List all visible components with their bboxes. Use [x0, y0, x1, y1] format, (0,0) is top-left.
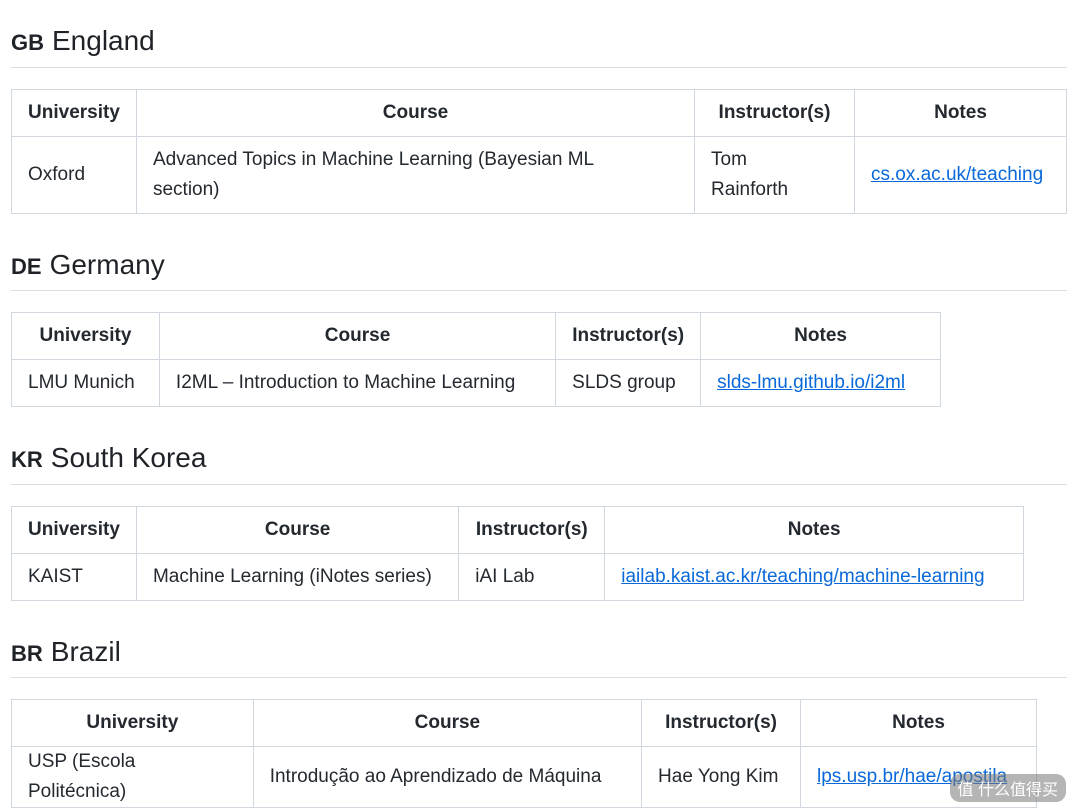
- heading-divider: [11, 677, 1067, 678]
- country-code: KR: [11, 447, 43, 472]
- cell-notes: iailab.kaist.ac.kr/teaching/machine-lear…: [604, 553, 1024, 601]
- header-instructors: Instructor(s): [555, 312, 702, 360]
- table-header-row: University Course Instructor(s) Notes: [11, 312, 941, 360]
- header-university: University: [11, 699, 254, 747]
- country-name: Germany: [49, 249, 165, 280]
- header-notes: Notes: [800, 699, 1037, 747]
- section-heading: GB England: [11, 24, 155, 60]
- cell-notes: slds-lmu.github.io/i2ml: [700, 359, 941, 407]
- cell-university: KAIST: [11, 553, 137, 601]
- cell-course: Advanced Topics in Machine Learning (Bay…: [135, 136, 696, 214]
- country-code: DE: [11, 254, 42, 279]
- header-notes: Notes: [700, 312, 941, 360]
- course-table: University Course Instructor(s) Notes LM…: [11, 312, 941, 407]
- heading-divider: [11, 484, 1067, 485]
- header-course: Course: [252, 699, 643, 747]
- table-header-row: University Course Instructor(s) Notes: [11, 699, 1037, 747]
- course-table: University Course Instructor(s) Notes US…: [11, 699, 1037, 808]
- header-notes: Notes: [853, 89, 1068, 137]
- cell-university: LMU Munich: [11, 359, 160, 407]
- section-heading: KR South Korea: [11, 441, 206, 477]
- cell-instructors: SLDS group: [555, 359, 702, 407]
- header-instructors: Instructor(s): [641, 699, 801, 747]
- header-university: University: [11, 89, 137, 137]
- country-name: Brazil: [50, 636, 121, 667]
- header-course: Course: [135, 89, 696, 137]
- table-header-row: University Course Instructor(s) Notes: [11, 89, 1068, 137]
- cell-instructors: Hae Yong Kim: [641, 746, 801, 808]
- table-row: USP (Escola Politécnica) Introdução ao A…: [11, 746, 1037, 808]
- header-course: Course: [135, 506, 460, 554]
- country-name: England: [52, 25, 155, 56]
- table-row: KAIST Machine Learning (iNotes series) i…: [11, 553, 1024, 601]
- notes-link[interactable]: iailab.kaist.ac.kr/teaching/machine-lear…: [621, 566, 984, 587]
- section-heading: BR Brazil: [11, 635, 121, 671]
- header-notes: Notes: [604, 506, 1024, 554]
- cell-instructors: iAI Lab: [458, 553, 606, 601]
- header-university: University: [11, 506, 137, 554]
- notes-link[interactable]: cs.ox.ac.uk/teaching: [871, 164, 1043, 185]
- country-code: GB: [11, 30, 44, 55]
- section-heading: DE Germany: [11, 248, 165, 284]
- header-instructors: Instructor(s): [694, 89, 855, 137]
- header-instructors: Instructor(s): [458, 506, 606, 554]
- course-table: University Course Instructor(s) Notes Ox…: [11, 89, 1068, 214]
- table-row: Oxford Advanced Topics in Machine Learni…: [11, 136, 1068, 214]
- cell-course: Introdução ao Aprendizado de Máquina: [252, 746, 643, 808]
- cell-instructors: Tom Rainforth: [694, 136, 855, 214]
- heading-divider: [11, 290, 1067, 291]
- cell-course: I2ML – Introduction to Machine Learning: [158, 359, 557, 407]
- notes-link[interactable]: slds-lmu.github.io/i2ml: [717, 372, 905, 393]
- header-course: Course: [158, 312, 557, 360]
- cell-university: USP (Escola Politécnica): [11, 746, 254, 808]
- header-university: University: [11, 312, 160, 360]
- table-header-row: University Course Instructor(s) Notes: [11, 506, 1024, 554]
- table-row: LMU Munich I2ML – Introduction to Machin…: [11, 359, 941, 407]
- cell-notes: cs.ox.ac.uk/teaching: [853, 136, 1068, 214]
- cell-course: Machine Learning (iNotes series): [135, 553, 460, 601]
- course-table: University Course Instructor(s) Notes KA…: [11, 506, 1024, 601]
- country-name: South Korea: [50, 442, 207, 473]
- heading-divider: [11, 67, 1067, 68]
- country-code: BR: [11, 641, 43, 666]
- cell-university: Oxford: [11, 136, 137, 214]
- site-watermark: 值 什么值得买: [949, 774, 1066, 802]
